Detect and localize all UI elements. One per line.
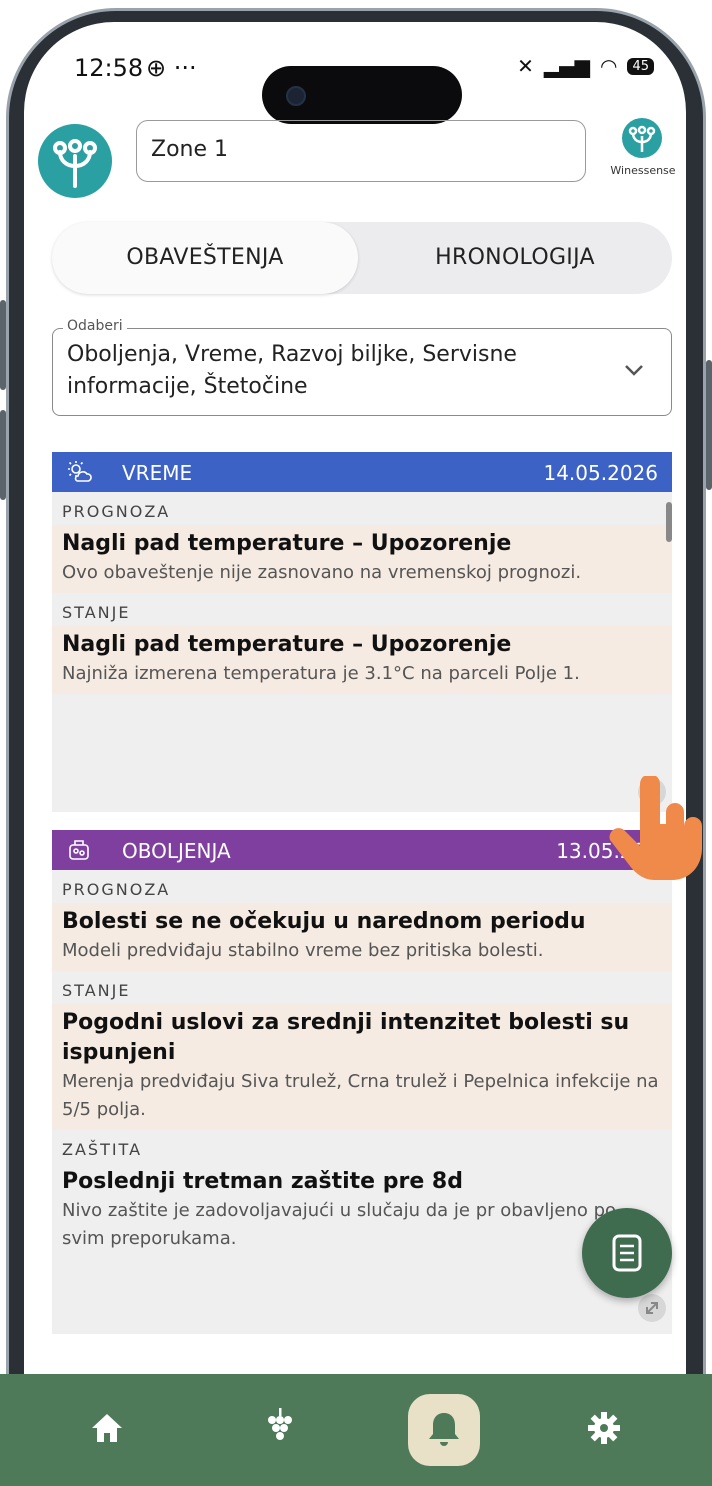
tap-hand-icon <box>604 774 712 890</box>
section-item: Nagli pad temperature – Upozorenje Najni… <box>52 626 672 694</box>
volume-button <box>0 410 6 500</box>
mute-icon: ✕ <box>517 54 534 78</box>
signal-icon: ▂▄▆ <box>543 54 590 78</box>
scrollbar[interactable] <box>666 502 672 542</box>
section-label: PROGNOZA <box>62 880 171 899</box>
winessense-logo-icon <box>622 118 662 158</box>
section-label: ZAŠTITA <box>62 1140 143 1159</box>
weather-icon <box>68 461 92 482</box>
dynamic-island <box>262 66 462 124</box>
camera <box>286 86 306 106</box>
item-title: Poslednji tretman zaštite pre 8d <box>62 1169 463 1194</box>
power-button <box>706 360 712 490</box>
section-label: PROGNOZA <box>62 502 171 521</box>
gear-icon[interactable] <box>586 1410 622 1446</box>
item-title: Pogodni uslovi za srednji intenzitet bol… <box>62 1010 630 1065</box>
vine-logo-icon <box>53 139 97 188</box>
zone-value: Zone 1 <box>151 137 228 162</box>
item-desc: Najniža izmerena temperatura je 3.1°C na… <box>62 663 580 684</box>
select-value: Oboljenja, Vreme, Razvoj biljke, Servisn… <box>67 342 517 399</box>
section-item: Pogodni uslovi za srednji intenzitet bol… <box>52 1004 672 1130</box>
tab-history[interactable]: HRONOLOGIJA <box>358 222 672 294</box>
expand-icon <box>646 1302 658 1314</box>
card-type: OBOLJENJA <box>122 839 231 863</box>
card-section: STANJE Nagli pad temperature – Upozorenj… <box>52 593 672 694</box>
bell-icon[interactable] <box>426 1410 462 1450</box>
disease-icon <box>69 840 89 860</box>
category-select[interactable]: Odaberi Oboljenja, Vreme, Razvoj biljke,… <box>52 318 672 416</box>
zone-field[interactable]: Zone 1 <box>136 120 586 182</box>
section-label: STANJE <box>62 981 131 1000</box>
tab-bar: OBAVEŠTENJA HRONOLOGIJA <box>52 222 672 294</box>
card-date: 14.05.2026 <box>543 461 658 485</box>
item-desc: Merenja predviđaju Siva trulež, Crna tru… <box>62 1071 659 1120</box>
notification-card-disease[interactable]: OBOLJENJA 13.05.202 PROGNOZA Bolesti se … <box>52 830 672 1334</box>
card-header: OBOLJENJA 13.05.202 <box>52 830 672 870</box>
status-time: 12:58 <box>74 54 144 82</box>
document-icon <box>612 1234 642 1272</box>
app-logo[interactable] <box>38 124 112 198</box>
battery-icon: 45 <box>627 57 654 75</box>
item-desc: Modeli predviđaju stabilno vreme bez pri… <box>62 940 544 961</box>
card-section: ZAŠTITA Poslednji tretman zaštite pre 8d… <box>52 1130 672 1259</box>
chevron-down-icon <box>625 365 643 376</box>
section-item: Bolesti se ne očekuju u narednom periodu… <box>52 903 672 971</box>
notification-card-weather[interactable]: VREME 14.05.2026 PROGNOZA Nagli pad temp… <box>52 452 672 812</box>
item-desc: Nivo zaštite je zadovoljavajući u slučaj… <box>62 1200 617 1249</box>
brand-name: Winessense <box>610 164 676 177</box>
notification-icons: ⊕ ··· <box>146 54 197 82</box>
tab-notifications[interactable]: OBAVEŠTENJA <box>52 222 358 294</box>
status-icons: ✕ ▂▄▆ ◠ 45 <box>517 54 654 78</box>
card-type: VREME <box>122 461 193 485</box>
card-section: PROGNOZA Bolesti se ne očekuju u naredno… <box>52 870 672 971</box>
card-section: PROGNOZA Nagli pad temperature – Upozore… <box>52 492 672 593</box>
card-section: STANJE Pogodni uslovi za srednji intenzi… <box>52 971 672 1130</box>
report-fab-button[interactable] <box>582 1208 672 1298</box>
item-desc: Ovo obaveštenje nije zasnovano na vremen… <box>62 562 582 583</box>
home-icon[interactable] <box>90 1412 124 1444</box>
expand-button[interactable] <box>638 1294 666 1322</box>
grapes-icon[interactable] <box>262 1404 296 1450</box>
item-title: Nagli pad temperature – Upozorenje <box>62 531 512 556</box>
volume-button <box>0 300 6 390</box>
section-item: Poslednji tretman zaštite pre 8d Nivo za… <box>52 1163 672 1259</box>
section-item: Nagli pad temperature – Upozorenje Ovo o… <box>52 525 672 593</box>
card-header: VREME 14.05.2026 <box>52 452 672 492</box>
bottom-nav <box>0 1374 712 1486</box>
select-label: Odaberi <box>63 318 127 334</box>
item-title: Nagli pad temperature – Upozorenje <box>62 632 512 657</box>
item-title: Bolesti se ne očekuju u narednom periodu <box>62 909 586 934</box>
section-label: STANJE <box>62 603 131 622</box>
wifi-icon: ◠ <box>600 54 618 78</box>
brand-logo: Winessense <box>598 116 688 186</box>
